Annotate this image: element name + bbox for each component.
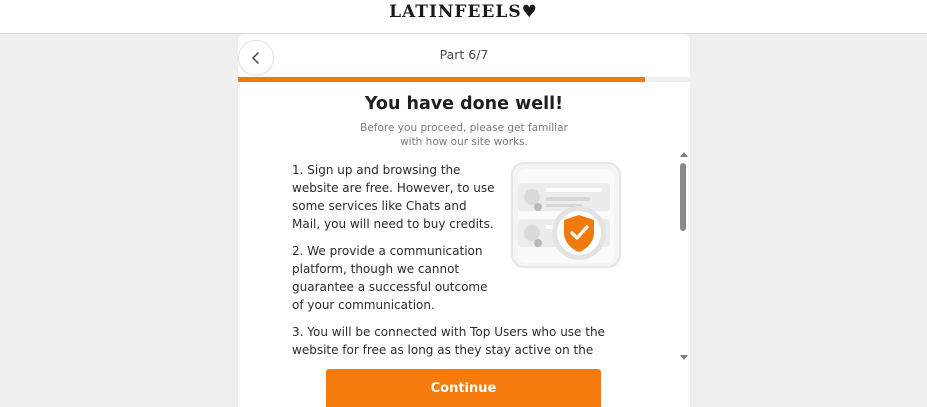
card-footer: Continue: [238, 362, 690, 407]
onboarding-card: Part 6/7 You have done well! Before you …: [238, 34, 690, 407]
term-item-2: 2. We provide a communication platform, …: [292, 244, 488, 312]
vertical-scrollbar[interactable]: [678, 151, 690, 361]
site-logo[interactable]: LATINFEELS♥: [0, 0, 927, 24]
scroll-up-arrow-icon[interactable]: [680, 152, 688, 157]
term-item-3: 3. You will be connected with Top Users …: [292, 325, 605, 357]
terms-list: 1. Sign up and browsing the website are …: [292, 161, 626, 361]
progress-fill: [238, 77, 645, 82]
logo-text: LATINFEELS: [389, 2, 522, 22]
term-item-1: 1. Sign up and browsing the website are …: [292, 163, 495, 231]
step-indicator: Part 6/7: [439, 47, 489, 62]
terms-scroll-area[interactable]: 1. Sign up and browsing the website are …: [238, 151, 690, 361]
page-title: You have done well!: [364, 94, 564, 114]
progress-bar: [238, 77, 690, 82]
site-header: LATINFEELS♥: [0, 0, 927, 34]
continue-button[interactable]: Continue: [326, 369, 601, 407]
logo-heart: ♥: [521, 2, 538, 22]
scrollbar-thumb[interactable]: [680, 163, 686, 231]
page-subtitle: Before you proceed, please get familiar …: [360, 122, 568, 148]
scroll-down-arrow-icon[interactable]: [680, 355, 688, 360]
